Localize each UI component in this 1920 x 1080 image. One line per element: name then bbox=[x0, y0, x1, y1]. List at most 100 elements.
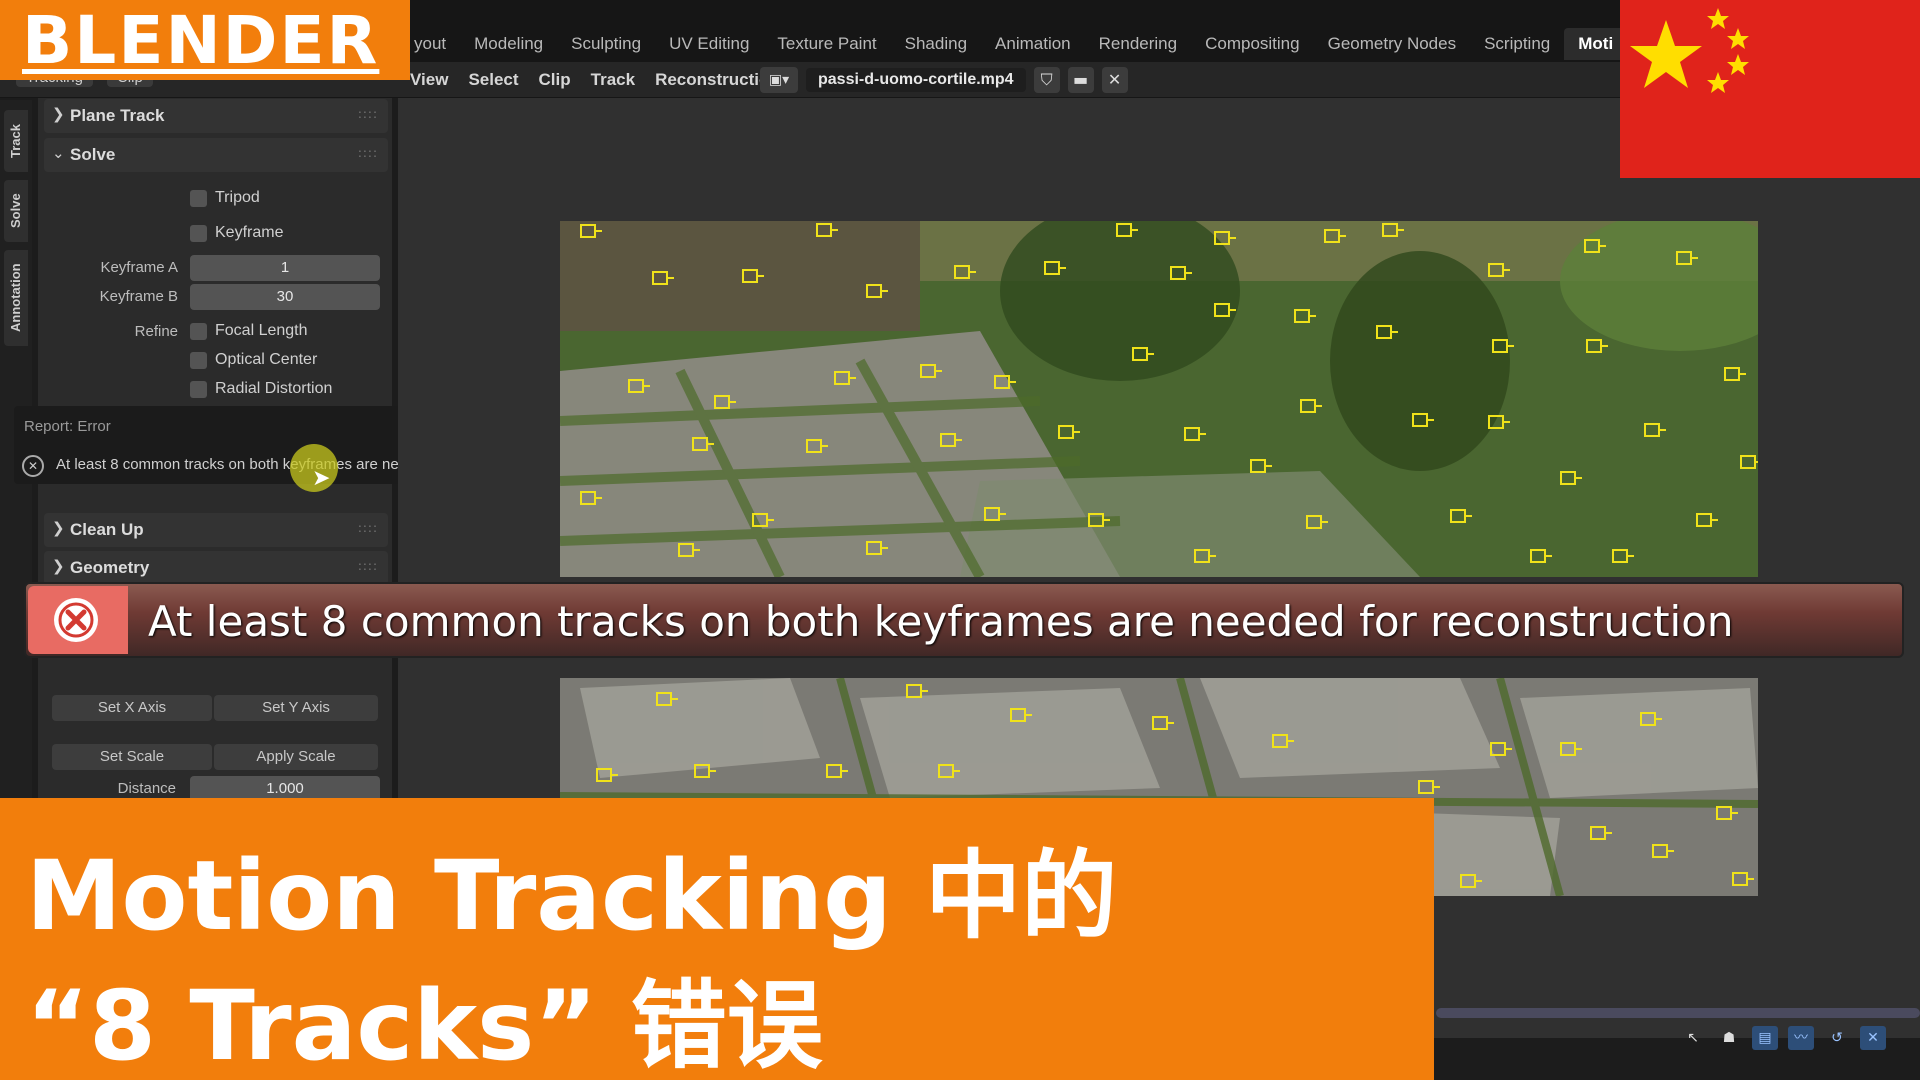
track-marker[interactable] bbox=[1044, 261, 1066, 275]
track-marker[interactable] bbox=[1716, 806, 1738, 820]
track-marker[interactable] bbox=[1412, 413, 1434, 427]
track-marker[interactable] bbox=[984, 507, 1006, 521]
keyframe-checkbox-row[interactable]: Keyframe bbox=[190, 224, 283, 242]
track-marker[interactable] bbox=[1324, 229, 1346, 243]
track-marker[interactable] bbox=[866, 284, 888, 298]
track-marker[interactable] bbox=[1132, 347, 1154, 361]
track-marker[interactable] bbox=[906, 684, 928, 698]
unlink-close-icon[interactable]: ✕ bbox=[1101, 67, 1128, 93]
set-scale-button[interactable]: Set Scale bbox=[52, 744, 212, 770]
track-marker[interactable] bbox=[1010, 708, 1032, 722]
track-marker[interactable] bbox=[714, 395, 736, 409]
track-marker[interactable] bbox=[954, 265, 976, 279]
track-marker[interactable] bbox=[1676, 251, 1698, 265]
track-marker[interactable] bbox=[1116, 223, 1138, 237]
track-marker[interactable] bbox=[1152, 716, 1174, 730]
track-marker[interactable] bbox=[656, 692, 678, 706]
drag-grip-icon[interactable]: :::: bbox=[358, 146, 378, 160]
track-marker[interactable] bbox=[1250, 459, 1272, 473]
clip-browse-icon[interactable]: ▣▾ bbox=[760, 67, 798, 93]
track-marker[interactable] bbox=[1492, 339, 1514, 353]
keyframe-b-field[interactable]: 30 bbox=[190, 284, 380, 310]
tab-geometry-nodes[interactable]: Geometry Nodes bbox=[1314, 34, 1471, 54]
track-marker[interactable] bbox=[1640, 712, 1662, 726]
menu-select[interactable]: Select bbox=[458, 70, 528, 90]
transform-icon[interactable]: ✕ bbox=[1860, 1026, 1886, 1050]
track-marker[interactable] bbox=[752, 513, 774, 527]
fake-user-shield-icon[interactable]: ⛉ bbox=[1033, 67, 1060, 93]
section-solve[interactable]: ⌄ Solve :::: bbox=[44, 138, 388, 172]
tripod-checkbox[interactable] bbox=[190, 189, 207, 207]
track-marker[interactable] bbox=[1560, 471, 1582, 485]
optical-center-checkbox[interactable] bbox=[190, 351, 207, 369]
redo-icon[interactable]: ↺ bbox=[1824, 1026, 1850, 1050]
tab-modeling[interactable]: Modeling bbox=[460, 34, 557, 54]
track-marker[interactable] bbox=[1488, 415, 1510, 429]
track-marker[interactable] bbox=[1490, 742, 1512, 756]
radial-distortion-checkbox-row[interactable]: Radial Distortion bbox=[190, 380, 332, 398]
focal-length-checkbox[interactable] bbox=[190, 322, 207, 340]
track-marker[interactable] bbox=[1294, 309, 1316, 323]
drag-grip-icon[interactable]: :::: bbox=[358, 107, 378, 121]
track-marker[interactable] bbox=[1586, 339, 1608, 353]
radial-distortion-checkbox[interactable] bbox=[190, 380, 207, 398]
sidebar-tab-track[interactable]: Track bbox=[4, 110, 28, 172]
sidebar-tab-annotation[interactable]: Annotation bbox=[4, 250, 28, 346]
tab-uv-editing[interactable]: UV Editing bbox=[655, 34, 763, 54]
track-marker[interactable] bbox=[1740, 455, 1758, 469]
set-y-axis-button[interactable]: Set Y Axis bbox=[214, 695, 378, 721]
menu-clip[interactable]: Clip bbox=[529, 70, 581, 90]
track-marker[interactable] bbox=[1214, 303, 1236, 317]
clip-name-field[interactable]: passi-d-uomo-cortile.mp4 bbox=[806, 68, 1026, 92]
track-marker[interactable] bbox=[1088, 513, 1110, 527]
track-marker[interactable] bbox=[816, 223, 838, 237]
pointer-icon[interactable]: ↖ bbox=[1680, 1026, 1706, 1050]
track-marker[interactable] bbox=[742, 269, 764, 283]
track-marker[interactable] bbox=[1732, 872, 1754, 886]
display-icon[interactable]: ▤ bbox=[1752, 1026, 1778, 1050]
track-marker[interactable] bbox=[1382, 223, 1404, 237]
ghost-icon[interactable]: ☗ bbox=[1716, 1026, 1742, 1050]
curve-icon[interactable]: 〰 bbox=[1788, 1026, 1814, 1050]
drag-grip-icon[interactable]: :::: bbox=[358, 521, 378, 535]
tab-shading[interactable]: Shading bbox=[891, 34, 981, 54]
tab-scripting[interactable]: Scripting bbox=[1470, 34, 1564, 54]
viewer-scrollbar[interactable] bbox=[1436, 1008, 1920, 1018]
track-marker[interactable] bbox=[1530, 549, 1552, 563]
track-marker[interactable] bbox=[826, 764, 848, 778]
tab-texture-paint[interactable]: Texture Paint bbox=[763, 34, 890, 54]
track-marker[interactable] bbox=[1306, 515, 1328, 529]
keyframe-checkbox[interactable] bbox=[190, 224, 207, 242]
track-marker[interactable] bbox=[678, 543, 700, 557]
set-x-axis-button[interactable]: Set X Axis bbox=[52, 695, 212, 721]
track-marker[interactable] bbox=[920, 364, 942, 378]
track-marker[interactable] bbox=[994, 375, 1016, 389]
track-marker[interactable] bbox=[938, 764, 960, 778]
track-marker[interactable] bbox=[1644, 423, 1666, 437]
optical-center-checkbox-row[interactable]: Optical Center bbox=[190, 351, 317, 369]
track-marker[interactable] bbox=[1724, 367, 1746, 381]
track-marker[interactable] bbox=[834, 371, 856, 385]
drag-grip-icon[interactable]: :::: bbox=[358, 559, 378, 573]
track-marker[interactable] bbox=[1194, 549, 1216, 563]
section-geometry[interactable]: ❯ Geometry :::: bbox=[44, 551, 388, 585]
section-clean-up[interactable]: ❯ Clean Up :::: bbox=[44, 513, 388, 547]
tripod-checkbox-row[interactable]: Tripod bbox=[190, 189, 260, 207]
open-folder-icon[interactable]: ▬ bbox=[1067, 67, 1094, 93]
keyframe-a-field[interactable]: 1 bbox=[190, 255, 380, 281]
tab-sculpting[interactable]: Sculpting bbox=[557, 34, 655, 54]
track-marker[interactable] bbox=[1652, 844, 1674, 858]
track-marker[interactable] bbox=[1058, 425, 1080, 439]
section-plane-track[interactable]: ❯ Plane Track :::: bbox=[44, 99, 388, 133]
track-marker[interactable] bbox=[692, 437, 714, 451]
track-marker[interactable] bbox=[1460, 874, 1482, 888]
track-marker[interactable] bbox=[1272, 734, 1294, 748]
focal-length-checkbox-row[interactable]: Focal Length bbox=[190, 322, 308, 340]
sidebar-tab-solve[interactable]: Solve bbox=[4, 180, 28, 242]
track-marker[interactable] bbox=[1696, 513, 1718, 527]
track-marker[interactable] bbox=[596, 768, 618, 782]
track-marker[interactable] bbox=[1184, 427, 1206, 441]
track-marker[interactable] bbox=[628, 379, 650, 393]
track-marker[interactable] bbox=[1214, 231, 1236, 245]
track-marker[interactable] bbox=[1170, 266, 1192, 280]
